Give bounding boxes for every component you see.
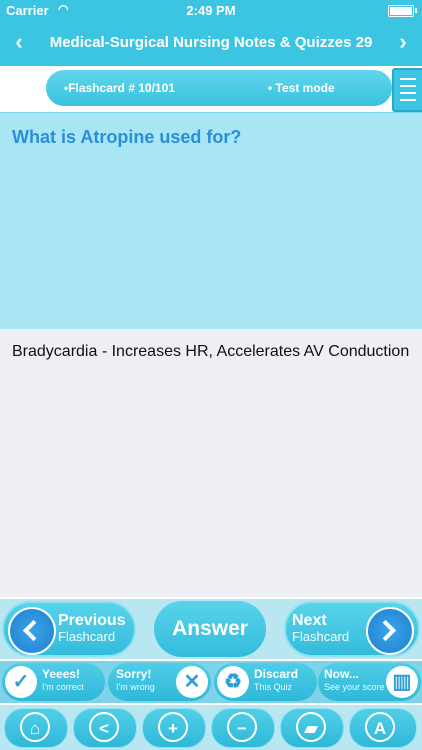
previous-sublabel: Flashcard: [58, 629, 116, 644]
mode-label: • Test mode: [268, 81, 335, 95]
bottom-toolbar: Previous Flashcard Answer Next Flashcard…: [0, 597, 422, 750]
page-title: Medical-Surgical Nursing Notes & Quizzes…: [49, 34, 373, 51]
font-icon: A: [365, 712, 395, 742]
recycle-icon: ♻: [217, 666, 249, 698]
discard-title: Discard: [254, 667, 299, 681]
tools-row: ⌂ < + − ▰ A: [0, 705, 422, 750]
question-panel: What is Atropine used for?: [0, 112, 422, 330]
next-label: Next: [292, 612, 327, 629]
zoom-out-button[interactable]: −: [211, 708, 275, 748]
status-time: 2:49 PM: [186, 3, 236, 18]
navigation-bar: ‹ Medical-Surgical Nursing Notes & Quizz…: [0, 20, 422, 66]
answer-button[interactable]: Answer: [154, 601, 266, 657]
next-flashcard-button[interactable]: Next Flashcard: [284, 601, 420, 657]
discard-quiz-button[interactable]: ♻ Discard This Quiz: [214, 663, 317, 701]
discard-subtitle: This Quiz: [254, 682, 293, 692]
zoom-in-button[interactable]: +: [142, 708, 206, 748]
battery-icon: [388, 5, 417, 17]
share-button[interactable]: <: [73, 708, 137, 748]
share-icon: <: [89, 712, 119, 742]
wrong-subtitle: I'm wrong: [116, 682, 155, 692]
font-button[interactable]: A: [349, 708, 417, 748]
previous-label: Previous: [58, 612, 126, 629]
color-button[interactable]: ▰: [280, 708, 344, 748]
info-bar: •Flashcard # 10/101 • Test mode: [0, 66, 422, 112]
flashcard-counter: •Flashcard # 10/101: [64, 81, 175, 95]
status-bar: Carrier ◠ 2:49 PM: [0, 0, 422, 20]
score-subtitle: See your score: [324, 682, 385, 692]
correct-button[interactable]: ✓ Yeees! I'm correct: [2, 663, 105, 701]
previous-flashcard-button[interactable]: Previous Flashcard: [2, 601, 136, 657]
chevron-right-icon[interactable]: ›: [388, 20, 418, 66]
correct-title: Yeees!: [42, 667, 81, 681]
wrong-button[interactable]: Sorry! I'm wrong ✕: [108, 663, 211, 701]
zoom-in-icon: +: [158, 712, 188, 742]
arrow-left-icon: [8, 607, 56, 655]
home-icon: ⌂: [20, 712, 50, 742]
chart-icon: ▥: [386, 666, 418, 698]
score-title: Now...: [324, 667, 359, 681]
cross-icon: ✕: [176, 666, 208, 698]
arrow-right-icon: [366, 607, 414, 655]
paint-bucket-icon: ▰: [296, 712, 326, 742]
wrong-title: Sorry!: [116, 667, 152, 681]
answer-panel: Bradycardia - Increases HR, Accelerates …: [0, 329, 422, 597]
answer-text: Bradycardia - Increases HR, Accelerates …: [12, 343, 410, 360]
question-text: What is Atropine used for?: [12, 127, 242, 147]
zoom-out-icon: −: [227, 712, 257, 742]
answer-marking-row: ✓ Yeees! I'm correct Sorry! I'm wrong ✕ …: [0, 661, 422, 703]
score-button[interactable]: Now... See your score ▥: [318, 663, 421, 701]
correct-subtitle: I'm correct: [42, 682, 84, 692]
home-button[interactable]: ⌂: [4, 708, 68, 748]
navigation-controls: Previous Flashcard Answer Next Flashcard: [0, 599, 422, 659]
menu-list-icon[interactable]: [392, 68, 422, 112]
check-icon: ✓: [5, 666, 37, 698]
info-pill: •Flashcard # 10/101 • Test mode: [46, 70, 392, 106]
next-sublabel: Flashcard: [292, 629, 350, 644]
